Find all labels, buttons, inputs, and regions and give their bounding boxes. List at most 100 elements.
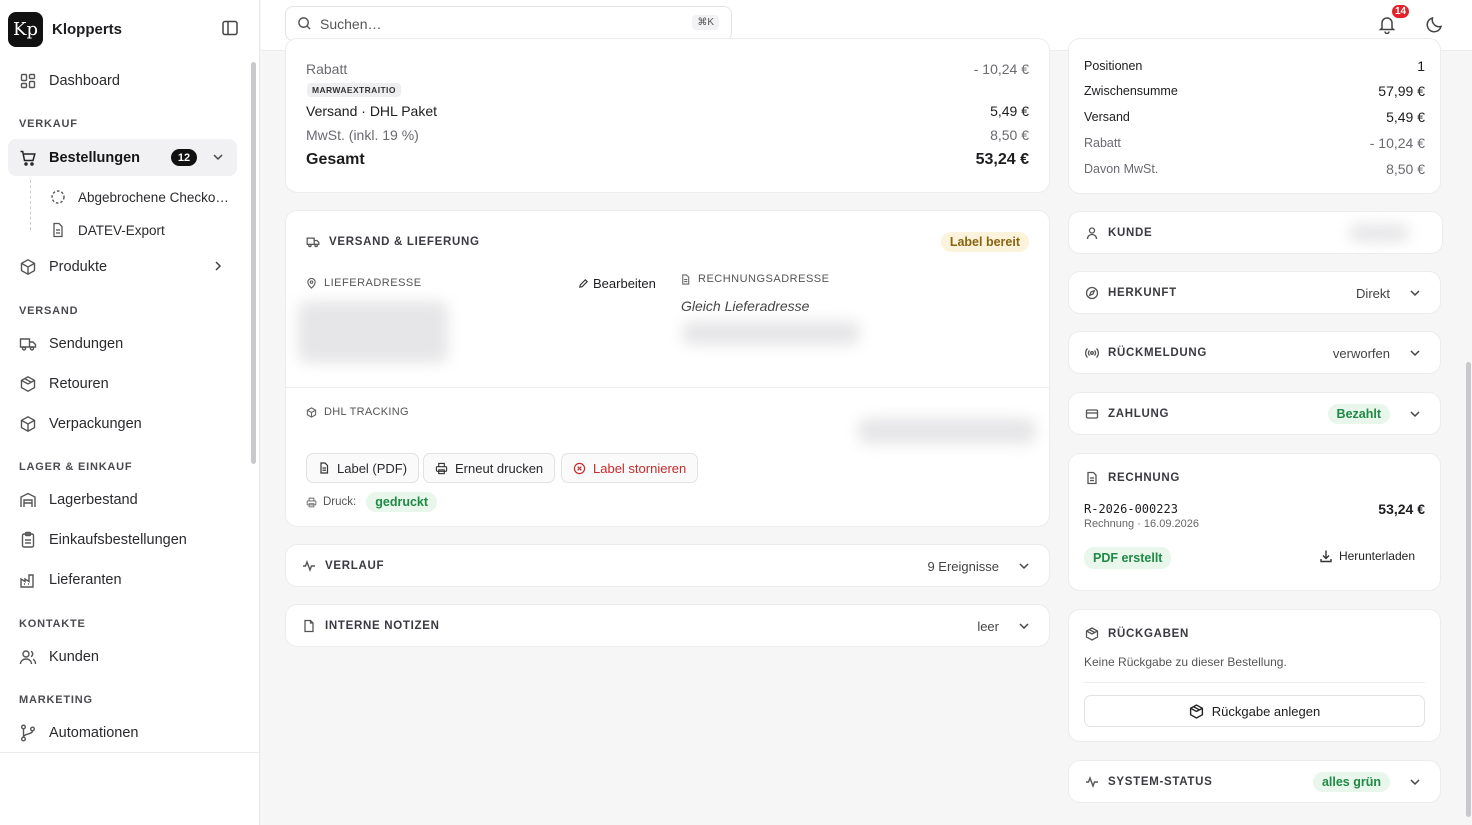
sidebar-item-label: Verpackungen: [49, 415, 142, 432]
notes-header: INTERNE NOTIZEN: [302, 619, 440, 633]
search-box[interactable]: ⌘K: [285, 6, 732, 41]
sidebar-item-abgebrochene-checkouts[interactable]: Abgebrochene Checko…: [50, 182, 229, 212]
rechnungsadresse-label: RECHNUNGSADRESSE: [698, 273, 830, 285]
package-icon: [306, 406, 317, 418]
sidebar-item-bestellungen[interactable]: Bestellungen 12: [8, 139, 237, 176]
redacted-customer: [1349, 224, 1409, 242]
zahlung-header: ZAHLUNG: [1085, 407, 1169, 421]
sidebar-item-retouren[interactable]: Retouren: [8, 365, 237, 402]
sidebar-toggle-icon[interactable]: [220, 18, 242, 40]
totals-card: Rabatt - 10,24 € MARWAEXTRAITIO Versand …: [285, 38, 1050, 193]
event-count: 9 Ereignisse: [927, 559, 999, 574]
herkunft-card[interactable]: HERKUNFT Direkt: [1068, 271, 1441, 314]
chevron-down-icon[interactable]: [1408, 346, 1422, 360]
totals-versand-row: Versand · DHL Paket 5,49 €: [306, 103, 1029, 119]
label-pdf-button[interactable]: Label (PDF): [306, 453, 420, 483]
button-label: Erneut drucken: [455, 460, 544, 476]
sidebar-scrollbar[interactable]: [251, 62, 256, 464]
rueckmeldung-card[interactable]: RÜCKMELDUNG verworfen: [1068, 331, 1441, 374]
sidebar-item-datev-export[interactable]: DATEV-Export: [50, 215, 165, 245]
package-return-icon: [19, 375, 37, 393]
map-pin-icon: [306, 277, 317, 289]
section-title: HERKUNFT: [1108, 287, 1177, 299]
section-title: RÜCKGABEN: [1108, 628, 1190, 640]
kunde-card[interactable]: KUNDE: [1068, 211, 1443, 254]
download-icon: [1319, 549, 1333, 563]
sidebar-item-sendungen[interactable]: Sendungen: [8, 325, 237, 362]
chevron-down-icon[interactable]: [1408, 775, 1422, 789]
button-label: Label stornieren: [593, 460, 687, 476]
credit-card-icon: [1085, 407, 1099, 421]
sidebar-item-automationen[interactable]: Automationen: [8, 714, 237, 751]
chevron-down-icon[interactable]: [1017, 619, 1031, 633]
cart-icon: [19, 149, 37, 167]
section-title: INTERNE NOTIZEN: [325, 620, 440, 632]
label-status-badge: Label bereit: [940, 232, 1029, 252]
sidebar-item-verpackungen[interactable]: Verpackungen: [8, 405, 237, 442]
summary-positionen-row: Positionen 1: [1084, 58, 1425, 74]
file-icon: [1085, 471, 1099, 485]
totals-gesamt-row: Gesamt 53,24 €: [306, 151, 1029, 169]
zahlung-card[interactable]: ZAHLUNG Bezahlt: [1068, 392, 1441, 435]
chevron-down-icon[interactable]: [1017, 559, 1031, 573]
section-title: RÜCKMELDUNG: [1108, 347, 1208, 359]
git-branch-icon: [19, 724, 37, 742]
clipboard-icon: [19, 531, 37, 549]
sidebar-item-label: Kunden: [49, 648, 99, 665]
button-label: Rückgabe anlegen: [1211, 703, 1321, 719]
invoice-amount: 53,24 €: [1378, 501, 1425, 517]
create-return-button[interactable]: Rückgabe anlegen: [1084, 695, 1425, 727]
coupon-badge: MARWAEXTRAITIO: [307, 83, 401, 97]
summary-card: Positionen 1 Zwischensumme 57,99 € Versa…: [1068, 38, 1441, 194]
positionen-value: 1: [1417, 58, 1425, 74]
mwst-value: 8,50 €: [1386, 161, 1425, 177]
verlauf-card[interactable]: VERLAUF 9 Ereignisse: [285, 544, 1050, 587]
notes-card[interactable]: INTERNE NOTIZEN leer: [285, 604, 1050, 647]
nav-section-verkauf: VERKAUF: [19, 118, 78, 130]
shipping-header: VERSAND & LIEFERUNG: [306, 235, 480, 249]
tracking-header: DHL TRACKING: [306, 406, 409, 418]
brand[interactable]: Kp Klopperts: [8, 11, 122, 47]
main-scrollbar[interactable]: [1466, 362, 1471, 817]
print-status-row: Druck: gedruckt: [306, 492, 438, 512]
chevron-down-icon[interactable]: [211, 150, 225, 164]
system-status-card[interactable]: SYSTEM-STATUS alles grün: [1068, 760, 1441, 803]
sidebar-item-lagerbestand[interactable]: Lagerbestand: [8, 481, 237, 518]
rueckmeldung-value: verworfen: [1332, 346, 1390, 361]
sidebar-item-label: Sendungen: [49, 335, 124, 352]
sidebar-item-label: DATEV-Export: [78, 222, 165, 238]
warehouse-icon: [19, 491, 37, 509]
system-status-header: SYSTEM-STATUS: [1085, 775, 1213, 789]
chevron-right-icon[interactable]: [211, 259, 225, 273]
package-return-icon: [1085, 627, 1099, 641]
sidebar-item-kunden[interactable]: Kunden: [8, 638, 237, 675]
search-icon: [297, 16, 312, 31]
file-icon: [318, 462, 330, 474]
invoice-date: Rechnung · 16.09.2026: [1084, 518, 1199, 530]
edit-address-button[interactable]: Bearbeiten: [578, 276, 656, 291]
nav-section-kontakte: KONTAKTE: [19, 618, 86, 630]
sidebar-item-einkaufsbestellungen[interactable]: Einkaufsbestellungen: [8, 521, 237, 558]
rechnung-card: RECHNUNG R-2026-000223 Rechnung · 16.09.…: [1068, 453, 1441, 591]
redacted-tracking-number: [858, 418, 1036, 444]
moon-icon[interactable]: [1425, 14, 1445, 34]
sidebar-divider: [0, 752, 259, 753]
system-status-badge: alles grün: [1312, 772, 1390, 792]
chevron-down-icon[interactable]: [1408, 407, 1422, 421]
gesamt-value: 53,24 €: [975, 151, 1029, 168]
sidebar-item-lieferanten[interactable]: Lieferanten: [8, 561, 237, 598]
sidebar-item-dashboard[interactable]: Dashboard: [8, 62, 237, 99]
factory-icon: [19, 571, 37, 589]
notification-badge: 14: [1390, 3, 1412, 20]
sidebar-item-label: Produkte: [49, 258, 108, 275]
search-input[interactable]: [320, 15, 660, 32]
chevron-down-icon[interactable]: [1408, 286, 1422, 300]
download-button[interactable]: Herunterladen: [1319, 549, 1415, 563]
sidebar-item-produkte[interactable]: Produkte: [8, 248, 237, 285]
nav-section-lager: LAGER & EINKAUF: [19, 461, 133, 473]
reprint-button[interactable]: Erneut drucken: [423, 453, 556, 483]
cancel-label-button[interactable]: Label stornieren: [561, 453, 699, 483]
truck-icon: [306, 235, 320, 249]
brand-name: Klopperts: [52, 20, 123, 38]
invoice-number[interactable]: R-2026-000223: [1084, 502, 1178, 516]
